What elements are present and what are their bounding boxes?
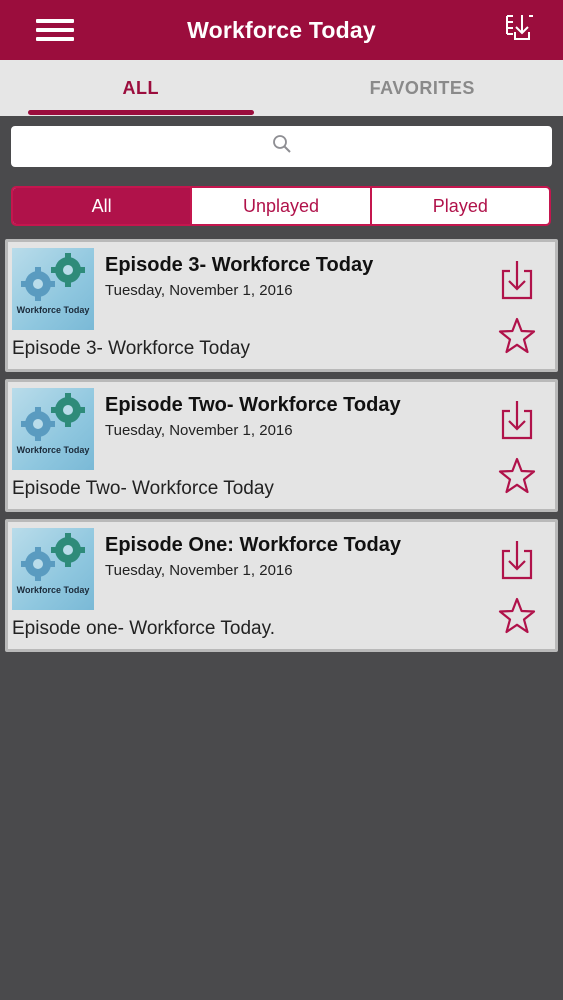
filter-unplayed[interactable]: Unplayed (190, 188, 369, 224)
thumbnail-title: Workforce Today (16, 585, 90, 595)
episode-date: Tuesday, November 1, 2016 (105, 422, 293, 439)
star-icon[interactable] (498, 597, 536, 635)
episode-description: Episode Two- Workforce Today (12, 478, 274, 499)
episode-thumbnail: Workforce Today (12, 388, 94, 470)
tab-all[interactable]: ALL (0, 60, 282, 116)
download-icon[interactable] (500, 399, 534, 441)
thumbnail-title: Workforce Today (16, 445, 90, 455)
gear-icon (21, 533, 85, 581)
download-icon[interactable] (500, 259, 534, 301)
episode-date: Tuesday, November 1, 2016 (105, 562, 293, 579)
episode-thumbnail: Workforce Today (12, 528, 94, 610)
app-title: Workforce Today (187, 16, 376, 43)
episode-card[interactable]: Workforce Today Episode 3- Workforce Tod… (5, 239, 558, 372)
episode-title[interactable]: Episode One: Workforce Today (105, 534, 401, 557)
star-icon[interactable] (498, 317, 536, 355)
episode-card[interactable]: Workforce Today Episode One: Workforce T… (5, 519, 558, 652)
app-header: Workforce Today (0, 0, 563, 60)
gear-icon (21, 253, 85, 301)
gear-icon (21, 393, 85, 441)
download-icon[interactable] (500, 539, 534, 581)
episode-date: Tuesday, November 1, 2016 (105, 282, 293, 299)
played-filter: All Unplayed Played (11, 186, 551, 226)
episode-card[interactable]: Workforce Today Episode Two- Workforce T… (5, 379, 558, 512)
active-tab-indicator (28, 110, 254, 115)
episode-description: Episode 3- Workforce Today (12, 338, 250, 359)
search-icon (272, 134, 292, 159)
search-input[interactable] (11, 126, 552, 167)
episode-title[interactable]: Episode Two- Workforce Today (105, 394, 401, 417)
star-icon[interactable] (498, 457, 536, 495)
episode-title[interactable]: Episode 3- Workforce Today (105, 254, 373, 277)
filter-played[interactable]: Played (369, 188, 549, 224)
thumbnail-title: Workforce Today (16, 305, 90, 315)
download-list-icon[interactable] (503, 12, 537, 46)
tab-bar: ALL FAVORITES (0, 60, 563, 116)
episode-thumbnail: Workforce Today (12, 248, 94, 330)
episode-description: Episode one- Workforce Today. (12, 618, 275, 639)
hamburger-menu-icon[interactable] (36, 19, 74, 41)
tab-favorites[interactable]: FAVORITES (282, 60, 563, 116)
filter-all[interactable]: All (13, 188, 191, 224)
